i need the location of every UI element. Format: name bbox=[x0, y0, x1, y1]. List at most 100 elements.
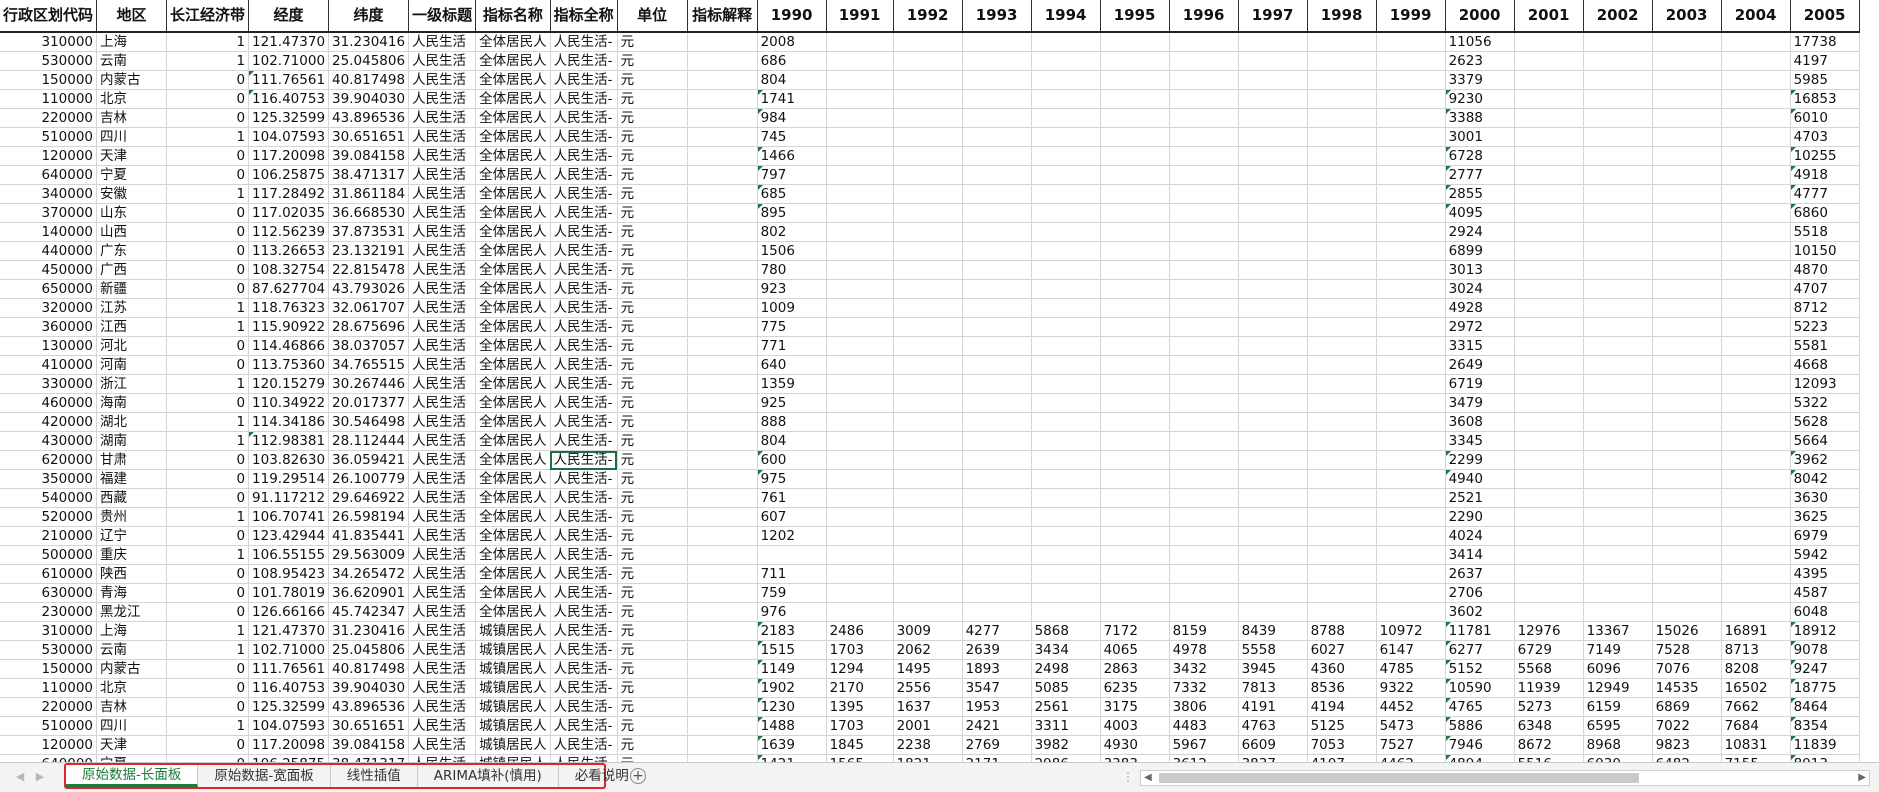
table-cell[interactable]: 745 bbox=[757, 127, 827, 147]
table-cell[interactable] bbox=[687, 70, 758, 90]
table-cell[interactable]: 11781 bbox=[1445, 621, 1515, 641]
table-cell[interactable] bbox=[1307, 469, 1377, 489]
table-cell[interactable] bbox=[1169, 70, 1239, 90]
table-cell[interactable]: 4587 bbox=[1790, 583, 1860, 603]
table-cell[interactable] bbox=[1169, 203, 1239, 223]
table-cell[interactable] bbox=[1307, 488, 1377, 508]
table-cell[interactable] bbox=[962, 89, 1032, 109]
table-cell[interactable]: 全体居民人 bbox=[475, 32, 551, 52]
table-cell[interactable] bbox=[1307, 146, 1377, 166]
table-cell[interactable] bbox=[1100, 450, 1170, 470]
table-cell[interactable]: 元 bbox=[617, 678, 688, 698]
table-cell[interactable]: 102.71000 bbox=[248, 51, 330, 71]
table-cell[interactable]: 8354 bbox=[1790, 716, 1860, 736]
table-cell[interactable]: 人民生活- bbox=[550, 70, 618, 90]
table-cell[interactable] bbox=[1514, 89, 1584, 109]
table-cell[interactable] bbox=[1721, 279, 1791, 299]
table-cell[interactable] bbox=[962, 146, 1032, 166]
table-cell[interactable]: 元 bbox=[617, 640, 688, 660]
table-cell[interactable]: 人民生活 bbox=[408, 374, 477, 394]
table-cell[interactable] bbox=[1100, 412, 1170, 432]
table-cell[interactable] bbox=[1514, 602, 1584, 622]
table-cell[interactable] bbox=[962, 222, 1032, 242]
table-cell[interactable] bbox=[1238, 431, 1308, 451]
table-cell[interactable]: 610000 bbox=[0, 564, 98, 584]
table-cell[interactable] bbox=[1307, 355, 1377, 375]
table-cell[interactable] bbox=[826, 32, 894, 52]
table-cell[interactable] bbox=[1652, 507, 1722, 527]
table-cell[interactable]: 元 bbox=[617, 165, 688, 185]
table-cell[interactable]: 4928 bbox=[1445, 298, 1515, 318]
table-cell[interactable]: 2421 bbox=[962, 716, 1032, 736]
table-cell[interactable]: 广西 bbox=[96, 260, 168, 280]
table-cell[interactable]: 43.896536 bbox=[328, 108, 410, 128]
table-cell[interactable]: 1 bbox=[166, 640, 250, 660]
table-cell[interactable]: 1953 bbox=[962, 697, 1032, 717]
table-cell[interactable] bbox=[1583, 260, 1653, 280]
table-cell[interactable]: 5152 bbox=[1445, 659, 1515, 679]
table-cell[interactable]: 5125 bbox=[1307, 716, 1377, 736]
table-cell[interactable]: 人民生活- bbox=[550, 659, 618, 679]
table-cell[interactable]: 5516 bbox=[1514, 754, 1584, 762]
table-cell[interactable] bbox=[893, 184, 963, 204]
table-cell[interactable] bbox=[1100, 355, 1170, 375]
table-cell[interactable] bbox=[962, 70, 1032, 90]
table-cell[interactable]: 117.20098 bbox=[248, 146, 330, 166]
table-cell[interactable] bbox=[1031, 51, 1101, 71]
table-cell[interactable]: 18912 bbox=[1790, 621, 1860, 641]
table-cell[interactable]: 3311 bbox=[1031, 716, 1101, 736]
table-cell[interactable] bbox=[1307, 526, 1377, 546]
table-cell[interactable]: 全体居民人 bbox=[475, 488, 551, 508]
table-cell[interactable]: 元 bbox=[617, 222, 688, 242]
table-cell[interactable] bbox=[1307, 602, 1377, 622]
table-cell[interactable] bbox=[1721, 89, 1791, 109]
table-cell[interactable]: 5518 bbox=[1790, 222, 1860, 242]
table-cell[interactable] bbox=[962, 336, 1032, 356]
table-cell[interactable]: 人民生活- bbox=[550, 146, 618, 166]
table-cell[interactable]: 18775 bbox=[1790, 678, 1860, 698]
table-cell[interactable] bbox=[893, 260, 963, 280]
table-cell[interactable] bbox=[1169, 127, 1239, 147]
table-cell[interactable] bbox=[1583, 374, 1653, 394]
table-cell[interactable] bbox=[1652, 355, 1722, 375]
table-cell[interactable] bbox=[1169, 488, 1239, 508]
table-cell[interactable]: 3388 bbox=[1445, 108, 1515, 128]
table-cell[interactable] bbox=[962, 393, 1032, 413]
table-cell[interactable] bbox=[1031, 450, 1101, 470]
table-cell[interactable] bbox=[687, 716, 758, 736]
table-cell[interactable]: 贵州 bbox=[96, 507, 168, 527]
table-cell[interactable] bbox=[1100, 127, 1170, 147]
table-cell[interactable]: 1639 bbox=[757, 735, 827, 755]
table-cell[interactable]: 人民生活- bbox=[550, 108, 618, 128]
table-cell[interactable] bbox=[1031, 165, 1101, 185]
table-cell[interactable] bbox=[687, 507, 758, 527]
table-cell[interactable]: 1359 bbox=[757, 374, 827, 394]
table-cell[interactable] bbox=[1100, 374, 1170, 394]
table-cell[interactable]: 人民生活- bbox=[550, 298, 618, 318]
table-cell[interactable] bbox=[893, 412, 963, 432]
table-cell[interactable] bbox=[1307, 412, 1377, 432]
table-cell[interactable] bbox=[1100, 317, 1170, 337]
table-cell[interactable] bbox=[687, 469, 758, 489]
table-cell[interactable]: 人民生活 bbox=[408, 716, 477, 736]
table-cell[interactable]: 2299 bbox=[1445, 450, 1515, 470]
table-cell[interactable] bbox=[1238, 355, 1308, 375]
table-cell[interactable]: 0 bbox=[166, 393, 250, 413]
table-cell[interactable]: 460000 bbox=[0, 393, 98, 413]
table-cell[interactable]: 37.873531 bbox=[328, 222, 410, 242]
table-cell[interactable]: 人民生活- bbox=[550, 507, 618, 527]
table-cell[interactable] bbox=[962, 298, 1032, 318]
column-header[interactable]: 纬度 bbox=[328, 0, 410, 33]
table-cell[interactable]: 人民生活 bbox=[408, 32, 477, 52]
table-cell[interactable] bbox=[1652, 526, 1722, 546]
table-cell[interactable] bbox=[1238, 279, 1308, 299]
table-cell[interactable]: 3414 bbox=[1445, 545, 1515, 565]
table-cell[interactable]: 0 bbox=[166, 469, 250, 489]
table-cell[interactable] bbox=[1238, 241, 1308, 261]
table-cell[interactable] bbox=[826, 108, 894, 128]
table-cell[interactable] bbox=[1307, 51, 1377, 71]
table-cell[interactable]: 人民生活 bbox=[408, 659, 477, 679]
table-cell[interactable] bbox=[1376, 469, 1446, 489]
table-cell[interactable]: 30.651651 bbox=[328, 716, 410, 736]
table-cell[interactable] bbox=[1721, 507, 1791, 527]
